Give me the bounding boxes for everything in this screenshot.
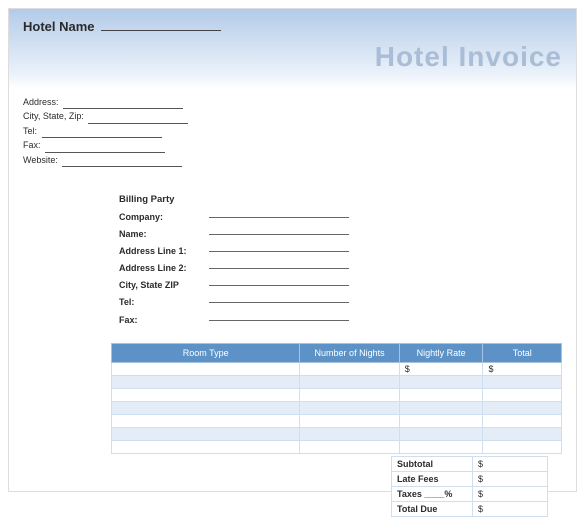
table-row[interactable]: $ $ bbox=[112, 362, 562, 375]
fax-label: Fax: bbox=[23, 138, 41, 152]
fax-field[interactable] bbox=[45, 145, 165, 153]
invoice-title: Hotel Invoice bbox=[375, 41, 562, 73]
billing-title: Billing Party bbox=[119, 191, 576, 209]
table-row[interactable] bbox=[112, 440, 562, 453]
billing-city-label: City, State ZIP bbox=[119, 277, 209, 294]
header: Hotel Name Hotel Invoice bbox=[9, 9, 576, 89]
city-state-zip-field[interactable] bbox=[88, 116, 188, 124]
taxes-value: $ bbox=[472, 487, 547, 501]
billing-addr2-field[interactable] bbox=[209, 260, 349, 269]
table-row[interactable] bbox=[112, 388, 562, 401]
taxes-label: Taxes ____% bbox=[392, 487, 472, 501]
hotel-name-label: Hotel Name bbox=[23, 19, 95, 34]
tel-label: Tel: bbox=[23, 124, 37, 138]
col-nights: Number of Nights bbox=[300, 343, 399, 362]
hotel-contact-block: Address: City, State, Zip: Tel: Fax: Web… bbox=[9, 89, 576, 173]
table-row[interactable] bbox=[112, 427, 562, 440]
subtotal-value: $ bbox=[472, 457, 547, 471]
col-rate: Nightly Rate bbox=[399, 343, 483, 362]
address-field[interactable] bbox=[63, 101, 183, 109]
invoice-page: Hotel Name Hotel Invoice Address: City, … bbox=[8, 8, 577, 492]
col-total: Total bbox=[483, 343, 562, 362]
line-items-table: Room Type Number of Nights Nightly Rate … bbox=[111, 343, 562, 454]
website-field[interactable] bbox=[62, 159, 182, 167]
billing-block: Billing Party Company: Name: Address Lin… bbox=[119, 191, 576, 329]
billing-fax-field[interactable] bbox=[209, 312, 349, 321]
subtotal-label: Subtotal bbox=[392, 457, 472, 471]
total-due-value: $ bbox=[472, 502, 547, 516]
totals-block: Subtotal $ Late Fees $ Taxes ____% $ Tot… bbox=[391, 456, 548, 517]
table-row[interactable] bbox=[112, 401, 562, 414]
hotel-name-field[interactable] bbox=[101, 21, 221, 31]
billing-fax-label: Fax: bbox=[119, 312, 209, 329]
website-label: Website: bbox=[23, 153, 58, 167]
table-row[interactable] bbox=[112, 414, 562, 427]
billing-tel-label: Tel: bbox=[119, 294, 209, 311]
rate-cell[interactable]: $ bbox=[399, 362, 483, 375]
billing-addr2-label: Address Line 2: bbox=[119, 260, 209, 277]
late-fees-value: $ bbox=[472, 472, 547, 486]
billing-name-field[interactable] bbox=[209, 226, 349, 235]
billing-addr1-label: Address Line 1: bbox=[119, 243, 209, 260]
billing-tel-field[interactable] bbox=[209, 294, 349, 303]
billing-city-field[interactable] bbox=[209, 277, 349, 286]
billing-name-label: Name: bbox=[119, 226, 209, 243]
total-cell[interactable]: $ bbox=[483, 362, 562, 375]
city-state-zip-label: City, State, Zip: bbox=[23, 109, 84, 123]
col-room-type: Room Type bbox=[112, 343, 300, 362]
line-items-table-wrap: Room Type Number of Nights Nightly Rate … bbox=[111, 343, 562, 454]
billing-company-field[interactable] bbox=[209, 209, 349, 218]
address-label: Address: bbox=[23, 95, 59, 109]
billing-company-label: Company: bbox=[119, 209, 209, 226]
late-fees-label: Late Fees bbox=[392, 472, 472, 486]
total-due-label: Total Due bbox=[392, 502, 472, 516]
tel-field[interactable] bbox=[42, 130, 162, 138]
table-row[interactable] bbox=[112, 375, 562, 388]
billing-addr1-field[interactable] bbox=[209, 243, 349, 252]
